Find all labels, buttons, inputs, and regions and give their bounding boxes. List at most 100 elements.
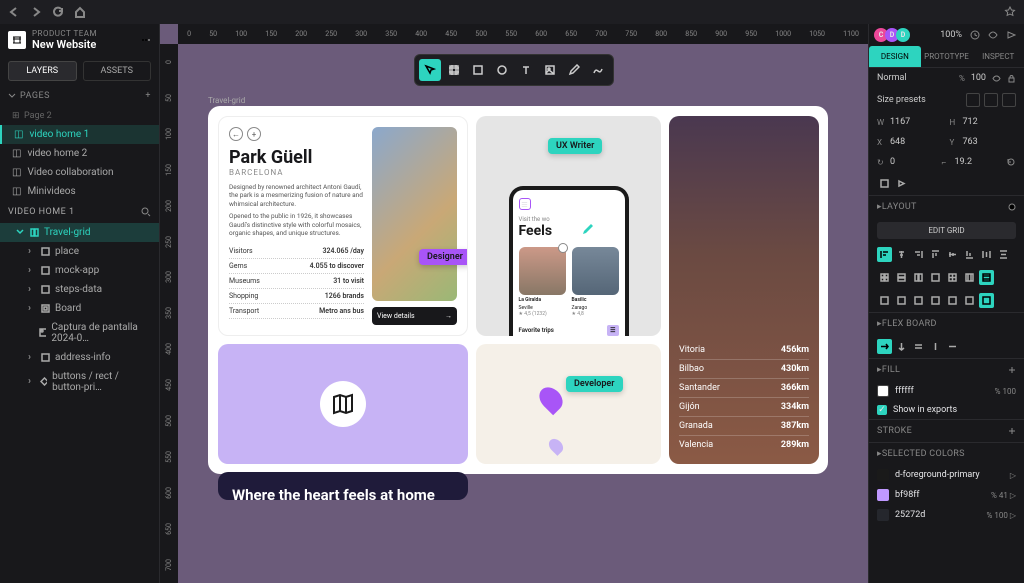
preview-icon[interactable]	[988, 30, 998, 40]
height-field[interactable]: H712	[950, 117, 1017, 127]
fill-section[interactable]: ▸ FILL	[869, 358, 1024, 381]
color-swatch[interactable]	[877, 489, 889, 501]
color-swatch[interactable]	[877, 469, 889, 481]
preset-mobile-icon[interactable]	[1002, 93, 1016, 107]
canvas[interactable]: 0501001502002503003504004505005506006507…	[160, 24, 868, 583]
stroke-section[interactable]: STROKE	[869, 419, 1024, 442]
grid-icon[interactable]	[877, 270, 892, 285]
artboard[interactable]: ←+ Park Güell BARCELONA Designed by reno…	[208, 106, 828, 474]
grid-icon-active[interactable]	[979, 270, 994, 285]
width-field[interactable]: W1167	[877, 117, 944, 127]
cities-card[interactable]: Vitoria456km Bilbao430km Santander366km …	[669, 116, 819, 464]
layer-item[interactable]: ›steps-data	[0, 280, 159, 299]
layer-item[interactable]: ›mock-app	[0, 261, 159, 280]
map-icon-card[interactable]	[218, 344, 468, 464]
play-icon[interactable]	[1006, 30, 1016, 40]
tool-text[interactable]	[515, 59, 537, 81]
tab-inspect[interactable]: INSPECT	[972, 46, 1024, 67]
tool-frame[interactable]	[443, 59, 465, 81]
color-swatch[interactable]	[877, 385, 889, 397]
align-center-icon[interactable]	[894, 247, 909, 262]
y-field[interactable]: Y763	[950, 137, 1017, 147]
map-card[interactable]: Developer	[476, 344, 661, 464]
page-item[interactable]: ◫ video home 2	[0, 144, 159, 163]
flex-col-icon[interactable]	[894, 339, 909, 354]
radius-field[interactable]: ⌐19.2	[942, 157, 1001, 167]
rotation-field[interactable]: ↻0	[877, 157, 936, 167]
tab-design[interactable]: DESIGN	[869, 46, 921, 67]
project-header[interactable]: PRODUCT TEAM New Website	[0, 24, 159, 57]
view-details-button[interactable]: View details→	[372, 307, 457, 325]
lock-icon[interactable]	[1007, 74, 1016, 83]
city-row[interactable]: Bilbao430km	[679, 360, 809, 379]
city-row[interactable]: Gijón334km	[679, 398, 809, 417]
layer-item[interactable]: ›address-info	[0, 348, 159, 367]
tab-layers[interactable]: LAYERS	[8, 61, 77, 81]
reload-icon[interactable]	[52, 6, 64, 18]
flex-justify-icon[interactable]	[945, 339, 960, 354]
x-field[interactable]: X648	[877, 137, 944, 147]
zoom-level[interactable]: 100%	[940, 30, 962, 40]
grid-icon[interactable]	[928, 293, 943, 308]
grid-icon[interactable]	[928, 270, 943, 285]
layer-item[interactable]: ›buttons / rect / button-pri…	[0, 367, 159, 397]
color-row[interactable]: 25272d % 100 ▷	[869, 505, 1024, 525]
align-middle-icon[interactable]	[945, 247, 960, 262]
grid-icon[interactable]	[962, 270, 977, 285]
city-row[interactable]: Valencia289km	[679, 436, 809, 454]
grid-icon[interactable]	[894, 270, 909, 285]
page-item[interactable]: ◫ Minivideos	[0, 182, 159, 201]
grid-icon[interactable]	[945, 270, 960, 285]
tab-assets[interactable]: ASSETS	[83, 61, 152, 81]
flex-section[interactable]: ▸ FLEX BOARD	[869, 312, 1024, 335]
artboard-label[interactable]: Travel-grid	[208, 96, 245, 105]
star-icon[interactable]	[1004, 6, 1016, 18]
add-page-icon[interactable]: +	[145, 91, 151, 101]
distribute-v-icon[interactable]	[996, 247, 1011, 262]
preset-desktop-icon[interactable]	[966, 93, 980, 107]
checkbox-icon[interactable]: ✓	[877, 405, 887, 415]
city-row[interactable]: Santander366km	[679, 379, 809, 398]
history-icon[interactable]	[970, 30, 980, 40]
tab-prototype[interactable]: PROTOTYPE	[921, 46, 973, 67]
project-menu-icon[interactable]	[141, 35, 151, 45]
grid-icon[interactable]	[894, 293, 909, 308]
eye-icon[interactable]	[992, 74, 1001, 83]
forward-icon[interactable]	[30, 6, 42, 18]
menu-icon[interactable]: ≡	[519, 198, 531, 210]
flex-wrap-icon[interactable]	[911, 339, 926, 354]
page-item-active[interactable]: ◫ video home 1	[0, 125, 159, 144]
distribute-h-icon[interactable]	[979, 247, 994, 262]
layer-item[interactable]: ›place	[0, 242, 159, 261]
blend-row[interactable]: Normal %100	[869, 68, 1024, 88]
align-right-icon[interactable]	[911, 247, 926, 262]
destination-card[interactable]: Basilic Zarago ★ 4,8	[572, 247, 619, 317]
chevron-down-icon[interactable]	[8, 92, 16, 100]
phone-mockup-card[interactable]: ≡ Visit the wo Feels La Giralda Seville …	[476, 116, 661, 336]
edit-grid-button[interactable]: EDIT GRID	[877, 222, 1016, 239]
align-left-icon[interactable]	[877, 247, 892, 262]
tool-pen[interactable]	[563, 59, 585, 81]
align-top-icon[interactable]	[928, 247, 943, 262]
tool-curve[interactable]	[587, 59, 609, 81]
grid-icon[interactable]	[911, 270, 926, 285]
reset-icon[interactable]	[1006, 157, 1016, 167]
layer-item[interactable]: Captura de pantalla 2024-0…	[0, 318, 159, 348]
grid-icon[interactable]	[877, 293, 892, 308]
layout-section[interactable]: ▸ LAYOUT	[869, 195, 1024, 218]
back-icon[interactable]	[8, 6, 20, 18]
flex-align-icon[interactable]	[928, 339, 943, 354]
grid-icon[interactable]	[945, 293, 960, 308]
align-bottom-icon[interactable]	[962, 247, 977, 262]
color-row[interactable]: bf98ff % 41 ▷	[869, 485, 1024, 505]
layer-item[interactable]: ›Board	[0, 299, 159, 318]
preset-tablet-icon[interactable]	[984, 93, 998, 107]
fill-color-row[interactable]: ffffff % 100	[869, 381, 1024, 401]
clip-icon[interactable]	[877, 176, 892, 191]
bookmark-icon[interactable]	[558, 243, 568, 253]
tool-ellipse[interactable]	[491, 59, 513, 81]
color-swatch[interactable]	[877, 509, 889, 521]
tool-rect[interactable]	[467, 59, 489, 81]
collaborator-avatars[interactable]: CDD	[877, 28, 910, 42]
tool-move[interactable]	[419, 59, 441, 81]
